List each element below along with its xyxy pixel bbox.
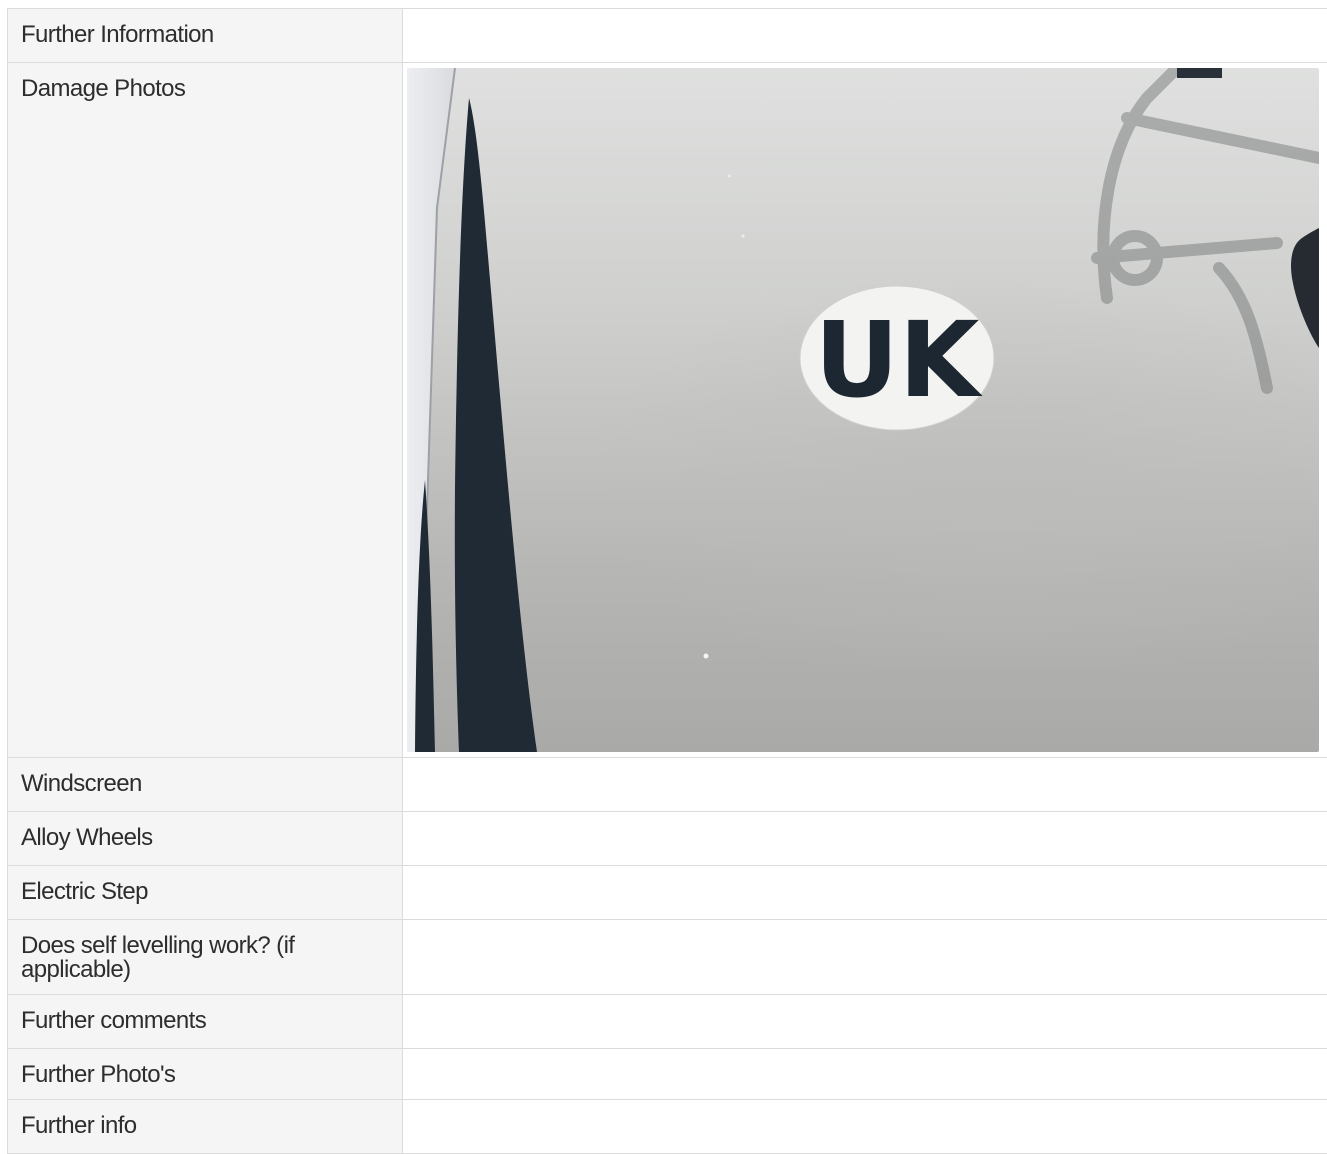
table-row-electric-step: Electric Step — [7, 866, 1327, 920]
row-label-self-levelling: Does self levelling work? (if applicable… — [7, 920, 403, 994]
row-value-further-info — [403, 1100, 1327, 1153]
table-row-further-photos: Further Photo's — [7, 1049, 1327, 1100]
rack-clamp — [1177, 68, 1222, 78]
row-label-further-comments: Further comments — [7, 995, 403, 1048]
mark-dot — [703, 653, 709, 659]
table-row-self-levelling: Does self levelling work? (if applicable… — [7, 920, 1327, 995]
table-row-damage-photos: Damage Photos UK — [7, 63, 1327, 758]
row-value-further-information — [403, 9, 1327, 62]
row-label-windscreen: Windscreen — [7, 758, 403, 811]
row-value-electric-step — [403, 866, 1327, 919]
row-value-windscreen — [403, 758, 1327, 811]
table-row-further-information: Further Information — [7, 9, 1327, 63]
table-row-further-info: Further info — [7, 1100, 1327, 1154]
table-row-alloy-wheels: Alloy Wheels — [7, 812, 1327, 866]
damage-photo[interactable]: UK — [407, 68, 1319, 752]
row-label-further-info: Further info — [7, 1100, 403, 1153]
row-label-alloy-wheels: Alloy Wheels — [7, 812, 403, 865]
row-label-electric-step: Electric Step — [7, 866, 403, 919]
row-value-further-comments — [403, 995, 1327, 1048]
table-row-further-comments: Further comments — [7, 995, 1327, 1049]
row-value-alloy-wheels — [403, 812, 1327, 865]
mark-dot — [741, 234, 745, 238]
row-value-damage-photos: UK — [403, 63, 1327, 757]
row-label-damage-photos: Damage Photos — [7, 63, 403, 757]
row-label-further-photos: Further Photo's — [7, 1049, 403, 1099]
row-value-self-levelling — [403, 920, 1327, 994]
row-value-further-photos — [403, 1049, 1327, 1099]
mark-dot — [727, 174, 731, 178]
uk-sticker-text: UK — [814, 299, 982, 421]
table-row-windscreen: Windscreen — [7, 758, 1327, 812]
row-label-further-information: Further Information — [7, 9, 403, 62]
inspection-details-table: Further Information Damage Photos UK Win… — [7, 8, 1327, 1154]
